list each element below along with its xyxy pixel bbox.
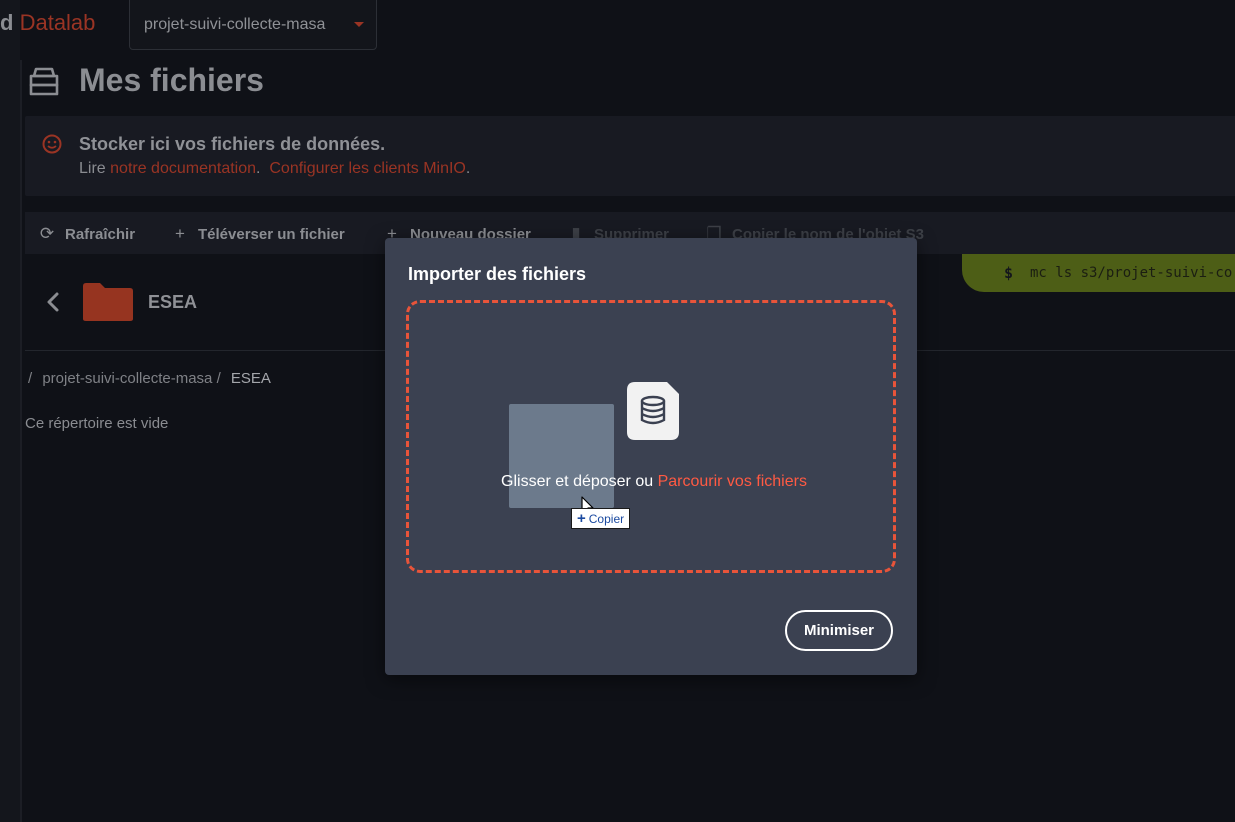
left-gutter [0,0,20,822]
folder-icon [83,283,133,321]
refresh-button[interactable]: ⟳ Rafraîchir [39,224,135,244]
documentation-link[interactable]: notre documentation [110,160,256,177]
refresh-label: Rafraîchir [65,225,136,243]
minimize-button[interactable]: Minimiser [785,610,893,651]
storage-icon [29,67,59,96]
minio-suffix: . [465,160,471,177]
minio-config-link[interactable]: Configurer les clients MinIO [269,160,466,177]
browse-files-link[interactable]: Parcourir vos fichiers [658,473,807,490]
database-file-icon [627,382,679,440]
smile-icon [42,134,62,154]
info-banner: Stocker ici vos fichiers de données. Lir… [25,116,1235,196]
brand-partial: d [0,10,14,35]
breadcrumb-current: ESEA [230,370,271,387]
terminal-command: mc ls s3/projet-suivi-co [1030,265,1233,281]
upload-label: Téléverser un fichier [198,225,345,243]
empty-directory-message: Ce répertoire est vide [25,415,169,432]
plus-icon: + [577,510,586,527]
upload-file-button[interactable]: + Téléverser un fichier [172,224,345,244]
terminal-prompt: $ [1004,264,1014,282]
banner-heading: Stocker ici vos fichiers de données. [79,134,386,154]
project-select-value: projet-suivi-collecte-masa [144,16,326,33]
breadcrumb-separator: / [28,370,33,387]
brand-datalab: Datalab [19,10,96,35]
project-select[interactable]: projet-suivi-collecte-masa [129,0,377,50]
refresh-icon: ⟳ [39,224,55,243]
folder-name: ESEA [148,292,198,312]
breadcrumb-project[interactable]: projet-suivi-collecte-masa [42,370,212,387]
plus-icon: + [175,224,185,243]
left-divider [20,60,22,822]
read-prefix: Lire [79,160,106,177]
drop-instructions: Glisser et déposer ou Parcourir vos fich… [409,473,899,491]
dialog-title: Importer des fichiers [408,264,587,284]
brand-logo[interactable]: d Datalab [0,10,95,36]
banner-subtext: Lire notre documentation. Configurer les… [79,160,470,178]
dragged-file-ghost [509,404,614,508]
import-files-dialog: Importer des fichiers Glisser et déposer… [385,238,917,675]
drop-text: Glisser et déposer ou [501,473,654,490]
caret-down-icon [354,22,364,27]
copy-drag-tooltip: + Copier [571,508,631,529]
chevron-left-icon[interactable] [42,290,64,314]
doc-suffix: . [256,160,261,177]
file-dropzone[interactable]: Glisser et déposer ou Parcourir vos fich… [406,300,896,573]
breadcrumb: / projet-suivi-collecte-masa / ESEA [28,370,271,387]
breadcrumb-separator: / [216,370,221,387]
copy-tooltip-label: Copier [588,511,625,526]
terminal-command-pill[interactable]: $ mc ls s3/projet-suivi-co [962,254,1235,292]
page-title: Mes fichiers [79,62,264,98]
